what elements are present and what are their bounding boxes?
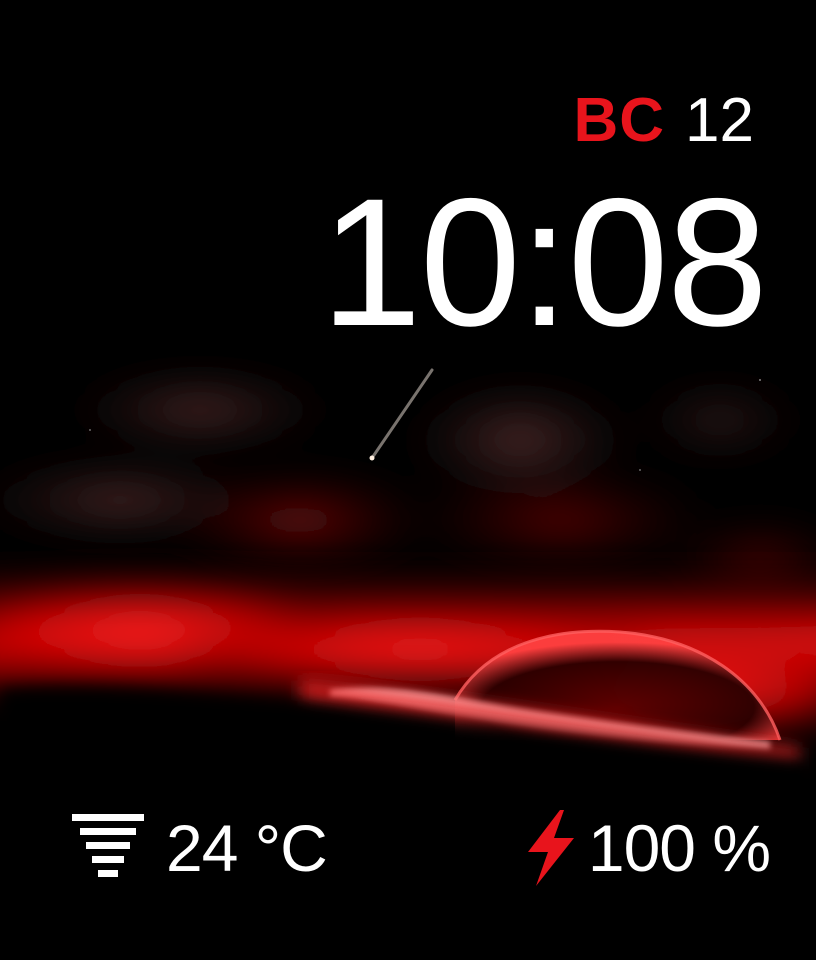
battery-level-label: 100 %	[587, 811, 771, 885]
day-of-month-label: 12	[685, 86, 754, 155]
time-display: 10:08	[320, 160, 768, 364]
battery-complication[interactable]: 100 %	[520, 808, 771, 888]
date-display: BC 12	[573, 86, 754, 156]
day-of-week-label: BC	[573, 86, 666, 155]
temperature-label: 24 °C	[166, 811, 328, 885]
wind-icon	[72, 814, 144, 877]
lightning-bolt-icon	[527, 810, 574, 886]
weather-complication[interactable]: 24 °C	[70, 808, 328, 888]
watch-face: BC 12 10:08 24 °C 100 %	[0, 0, 816, 960]
